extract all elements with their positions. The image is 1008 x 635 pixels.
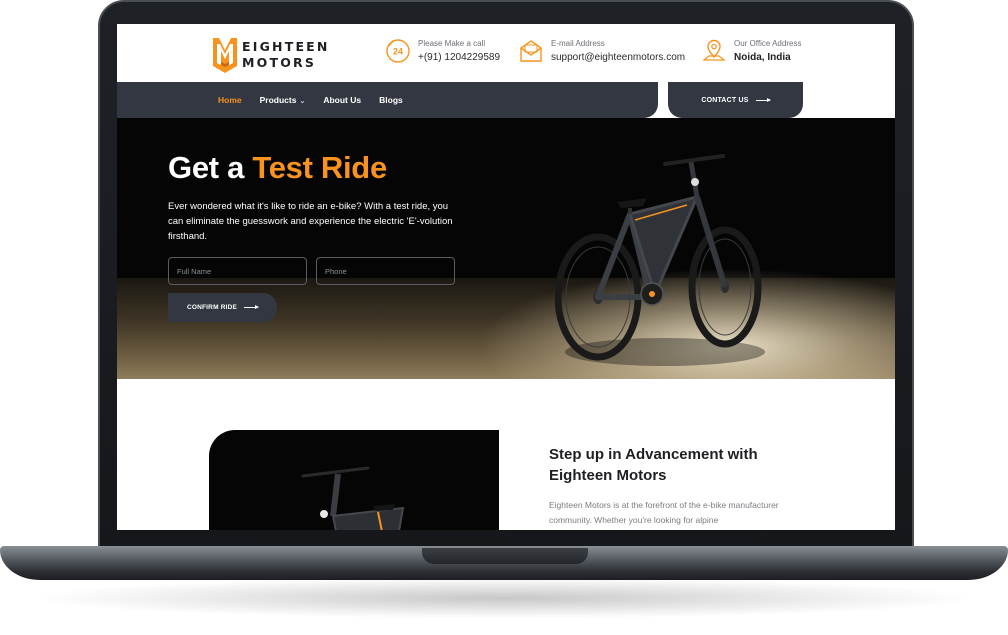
hero-description: Ever wondered what it's like to ride an … [168, 201, 453, 242]
laptop-shadow [40, 578, 968, 618]
chevron-down-icon: ⌄ [299, 98, 306, 105]
main-nav: Home Products ⌄ About Us Blogs [117, 82, 658, 118]
section-body: Eighteen Motors is at the forefront of t… [549, 500, 779, 525]
email-icon [520, 40, 542, 62]
full-name-input[interactable] [168, 257, 307, 285]
feature-image-panel [209, 430, 499, 530]
phone-input[interactable] [316, 257, 455, 285]
laptop-notch [422, 548, 588, 564]
contact-email-value: support@eighteenmotors.com [551, 52, 686, 63]
svg-text:24: 24 [393, 47, 403, 57]
contact-us-button[interactable]: CONTACT US [668, 82, 803, 118]
contact-phone-label: Please Make a call [418, 39, 486, 48]
hero-title: Get a Test Ride [168, 150, 387, 186]
laptop-screen: EIGHTEEN MOTORS 24 Please Make a call +(… [117, 24, 895, 530]
confirm-ride-button[interactable]: CONFIRM RIDE [168, 293, 277, 322]
top-bar: EIGHTEEN MOTORS 24 Please Make a call +(… [117, 24, 895, 84]
contact-email[interactable]: E-mail Address support@eighteenmotors.co… [518, 38, 685, 65]
ebike-image [555, 154, 765, 366]
arrow-right-icon [244, 305, 260, 309]
phone-24-icon: 24 [386, 39, 410, 63]
contact-address-value: Noida, India [734, 52, 791, 63]
arrow-right-icon [755, 97, 771, 102]
contact-phone-value: +(91) 1204229589 [418, 52, 501, 63]
contact-address[interactable]: Our Office Address Noida, India [701, 38, 801, 65]
brand-logo[interactable]: EIGHTEEN MOTORS [212, 36, 330, 74]
hero-title-accent: Test Ride [252, 150, 387, 185]
nav-products[interactable]: Products ⌄ [260, 95, 306, 105]
ebike-front-image [301, 466, 405, 530]
hero-section: Get a Test Ride Ever wondered what it's … [117, 118, 895, 379]
nav-blogs[interactable]: Blogs [379, 95, 403, 105]
contact-email-label: E-mail Address [551, 39, 605, 48]
contact-address-label: Our Office Address [734, 39, 802, 48]
nav-home[interactable]: Home [218, 95, 242, 105]
location-pin-icon [702, 39, 726, 61]
nav-products-label: Products [259, 95, 297, 105]
section-title: Step up in Advancement with Eighteen Mot… [549, 446, 758, 484]
logo-line-1: EIGHTEEN [242, 39, 330, 54]
contact-us-label: CONTACT US [701, 96, 749, 104]
hero-title-white: Get a [168, 150, 245, 185]
confirm-ride-label: CONFIRM RIDE [186, 304, 238, 311]
contact-phone[interactable]: 24 Please Make a call +(91) 1204229589 [385, 38, 500, 65]
logo-mark-icon [213, 38, 237, 73]
nav-about-us[interactable]: About Us [323, 95, 361, 105]
logo-line-2: MOTORS [242, 55, 317, 70]
